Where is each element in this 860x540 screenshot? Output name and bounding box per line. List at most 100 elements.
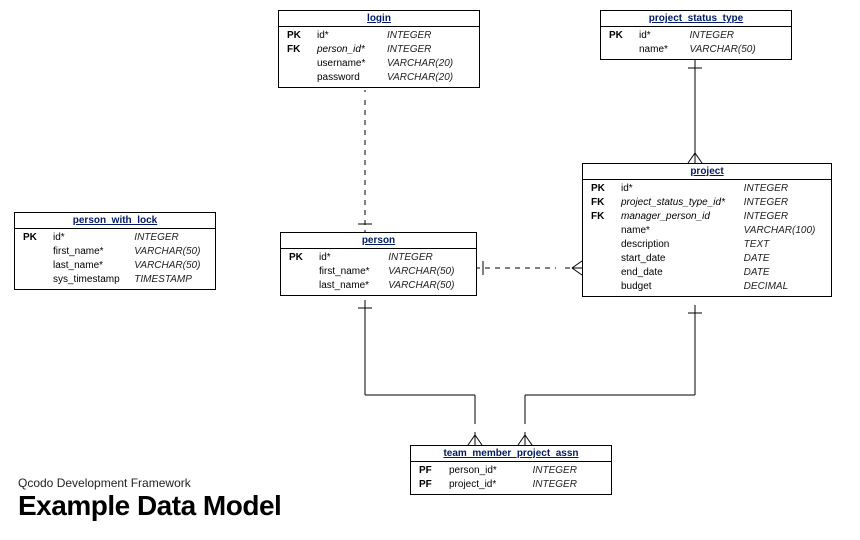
column-type: INTEGER [383, 29, 475, 43]
column-type: VARCHAR(100) [740, 224, 827, 238]
column-type: VARCHAR(50) [130, 245, 211, 259]
column-name: id* [313, 29, 383, 43]
table-row: end_dateDATE [587, 266, 827, 280]
column-key: PK [283, 29, 313, 43]
column-type: TIMESTAMP [130, 273, 211, 287]
column-key: PK [19, 231, 49, 245]
table-row: PKid*INTEGER [283, 29, 475, 43]
column-name: project_status_type_id* [617, 196, 740, 210]
entity-person: person PKid*INTEGERfirst_name*VARCHAR(50… [280, 232, 477, 296]
table-row: budgetDECIMAL [587, 280, 827, 294]
entity-login: login PKid*INTEGERFKperson_id*INTEGERuse… [278, 10, 480, 88]
table-row: name*VARCHAR(100) [587, 224, 827, 238]
entity-project-title: project [583, 164, 831, 180]
table-row: sys_timestampTIMESTAMP [19, 273, 211, 287]
column-name: budget [617, 280, 740, 294]
entity-login-title: login [279, 11, 479, 27]
entity-project-columns: PKid*INTEGERFKproject_status_type_id*INT… [587, 182, 827, 294]
table-row: PFperson_id*INTEGER [415, 464, 607, 478]
column-name: last_name* [315, 279, 384, 293]
table-row: PKid*INTEGER [285, 251, 472, 265]
column-name: description [617, 238, 740, 252]
column-name: project_id* [445, 478, 529, 492]
entity-login-columns: PKid*INTEGERFKperson_id*INTEGERusername*… [283, 29, 475, 85]
entity-project-status-type: project_status_type PKid*INTEGERname*VAR… [600, 10, 792, 60]
entity-team-member-project-assn-columns: PFperson_id*INTEGERPFproject_id*INTEGER [415, 464, 607, 492]
column-name: first_name* [315, 265, 384, 279]
column-key [605, 43, 635, 57]
column-name: id* [49, 231, 130, 245]
column-type: INTEGER [130, 231, 211, 245]
column-key [19, 259, 49, 273]
column-key: PK [605, 29, 635, 43]
table-row: username*VARCHAR(20) [283, 57, 475, 71]
column-type: VARCHAR(50) [384, 265, 472, 279]
column-name: name* [617, 224, 740, 238]
column-name: password [313, 71, 383, 85]
table-row: name*VARCHAR(50) [605, 43, 787, 57]
table-row: last_name*VARCHAR(50) [285, 279, 472, 293]
column-name: start_date [617, 252, 740, 266]
entity-person-title: person [281, 233, 476, 249]
column-name: person_id* [313, 43, 383, 57]
column-name: id* [315, 251, 384, 265]
column-key [285, 265, 315, 279]
table-row: last_name*VARCHAR(50) [19, 259, 211, 273]
column-type: VARCHAR(50) [384, 279, 472, 293]
column-key: PF [415, 464, 445, 478]
column-name: username* [313, 57, 383, 71]
column-key: PK [587, 182, 617, 196]
table-row: FKperson_id*INTEGER [283, 43, 475, 57]
caption-big: Example Data Model [18, 490, 281, 522]
column-key [283, 57, 313, 71]
column-type: VARCHAR(50) [686, 43, 787, 57]
table-row: first_name*VARCHAR(50) [285, 265, 472, 279]
column-type: INTEGER [740, 182, 827, 196]
entity-project-status-type-title: project_status_type [601, 11, 791, 27]
column-key: FK [283, 43, 313, 57]
column-type: INTEGER [384, 251, 472, 265]
column-key [19, 273, 49, 287]
column-key [19, 245, 49, 259]
column-name: last_name* [49, 259, 130, 273]
entity-team-member-project-assn-title: team_member_project_assn [411, 446, 611, 462]
column-name: end_date [617, 266, 740, 280]
entity-person-with-lock-title: person_with_lock [15, 213, 215, 229]
column-key [587, 238, 617, 252]
table-row: start_dateDATE [587, 252, 827, 266]
table-row: PKid*INTEGER [605, 29, 787, 43]
table-row: FKproject_status_type_id*INTEGER [587, 196, 827, 210]
column-key: PK [285, 251, 315, 265]
column-key [587, 280, 617, 294]
column-type: DATE [740, 266, 827, 280]
table-row: descriptionTEXT [587, 238, 827, 252]
column-type: DECIMAL [740, 280, 827, 294]
column-type: INTEGER [686, 29, 787, 43]
entity-team-member-project-assn: team_member_project_assn PFperson_id*INT… [410, 445, 612, 495]
caption-small: Qcodo Development Framework [18, 476, 281, 490]
table-row: first_name*VARCHAR(50) [19, 245, 211, 259]
column-type: VARCHAR(20) [383, 57, 475, 71]
entity-person-with-lock-columns: PKid*INTEGERfirst_name*VARCHAR(50)last_n… [19, 231, 211, 287]
column-name: manager_person_id [617, 210, 740, 224]
table-row: PKid*INTEGER [587, 182, 827, 196]
column-type: INTEGER [383, 43, 475, 57]
column-type: INTEGER [529, 478, 608, 492]
column-name: person_id* [445, 464, 529, 478]
entity-person-columns: PKid*INTEGERfirst_name*VARCHAR(50)last_n… [285, 251, 472, 293]
column-name: sys_timestamp [49, 273, 130, 287]
column-type: DATE [740, 252, 827, 266]
table-row: PFproject_id*INTEGER [415, 478, 607, 492]
entity-person-with-lock: person_with_lock PKid*INTEGERfirst_name*… [14, 212, 216, 290]
table-row: FKmanager_person_idINTEGER [587, 210, 827, 224]
column-type: INTEGER [529, 464, 608, 478]
column-name: id* [617, 182, 740, 196]
column-name: first_name* [49, 245, 130, 259]
table-row: PKid*INTEGER [19, 231, 211, 245]
column-type: INTEGER [740, 196, 827, 210]
column-key [285, 279, 315, 293]
column-key: FK [587, 210, 617, 224]
column-key [587, 266, 617, 280]
column-type: INTEGER [740, 210, 827, 224]
column-type: VARCHAR(50) [130, 259, 211, 273]
